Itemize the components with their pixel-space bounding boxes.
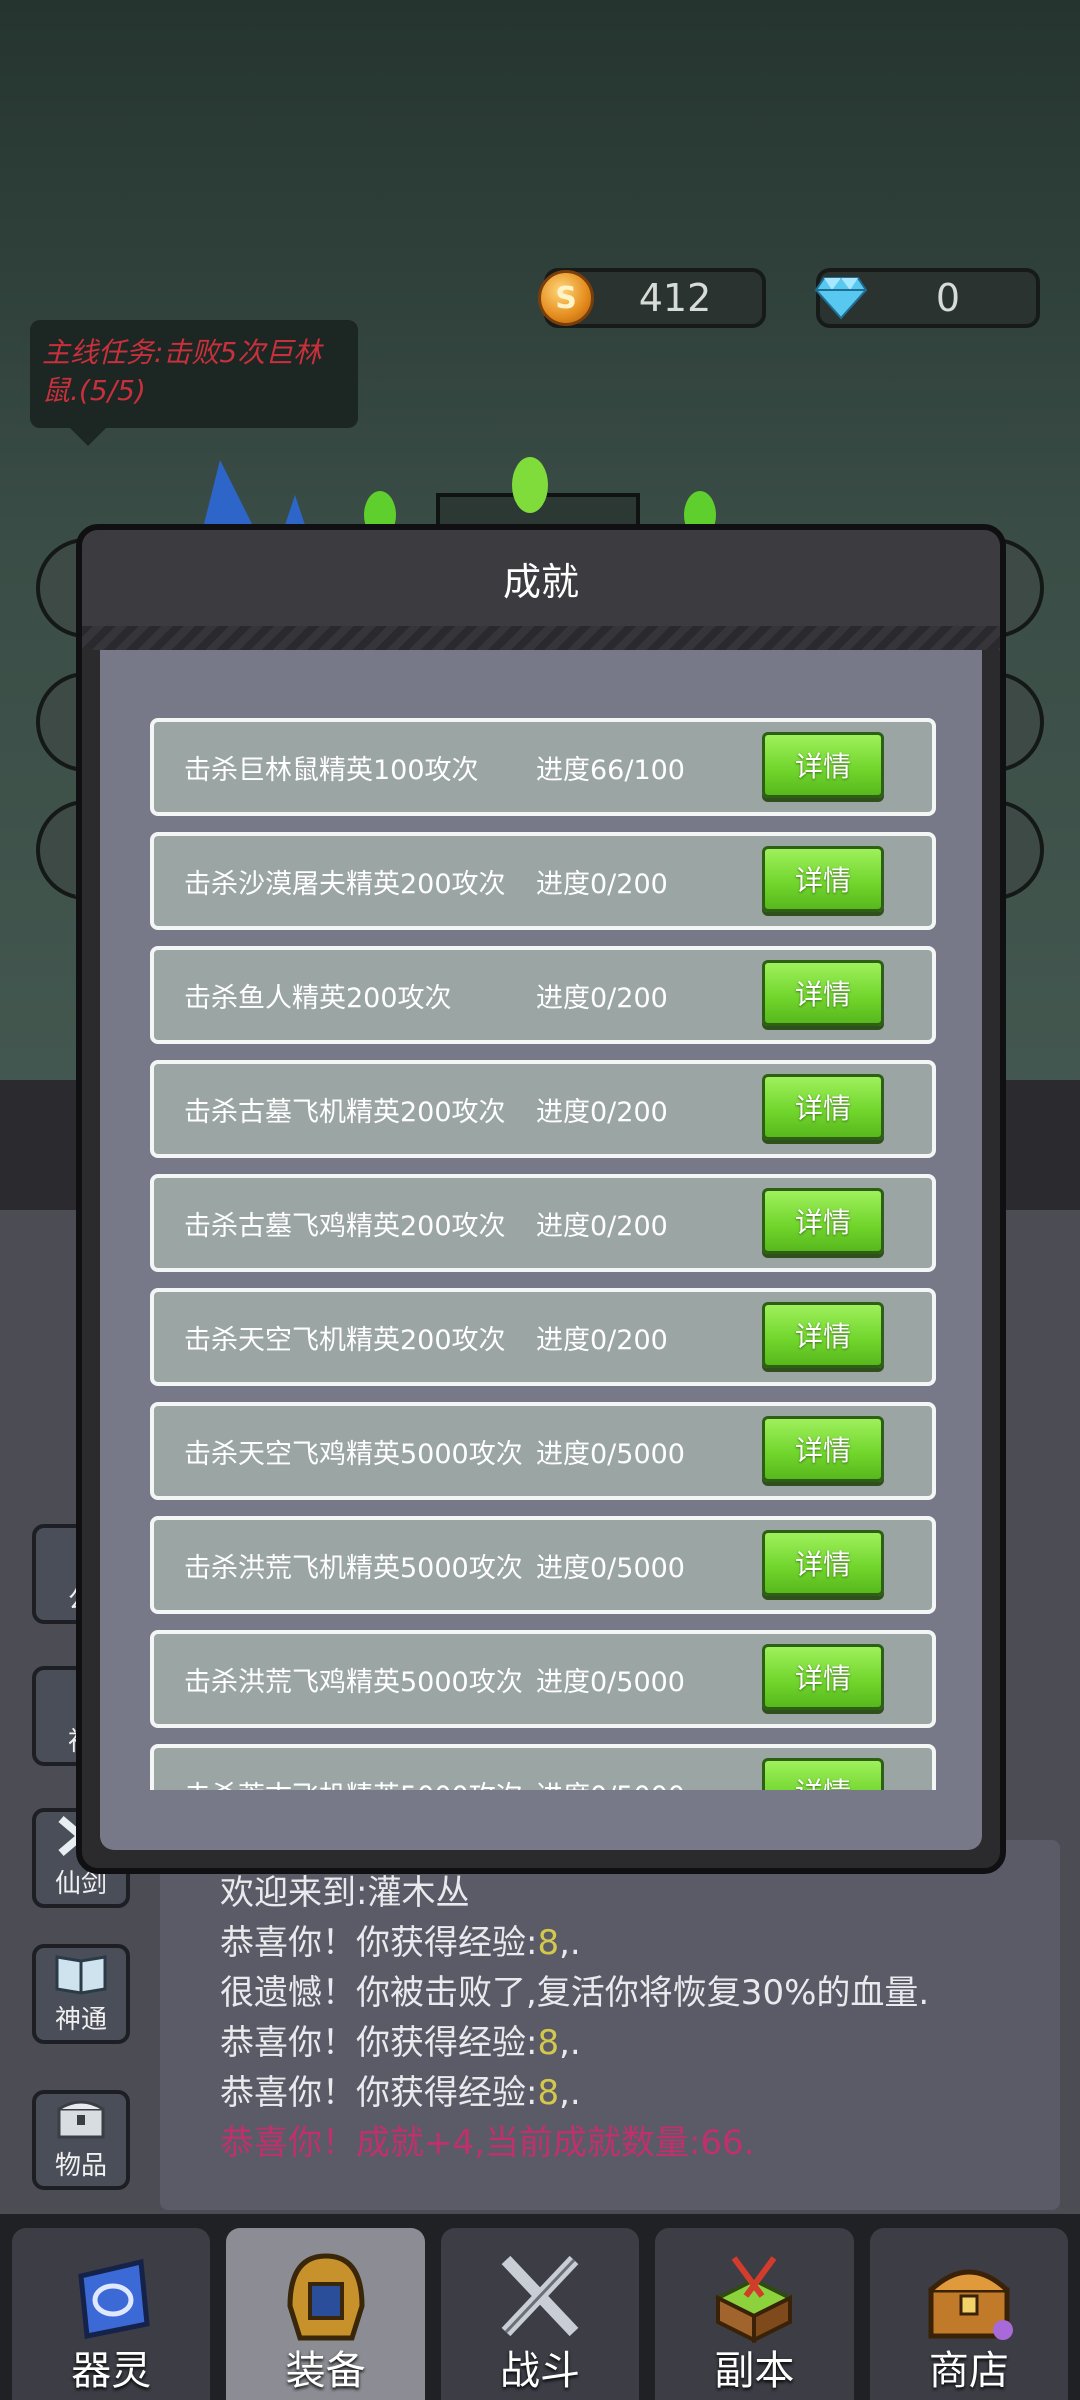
detail-button[interactable]: 详情 (762, 1074, 884, 1140)
achievement-list[interactable]: 击杀巨林鼠精英100攻次 进度66/100 详情 击杀沙漠屠夫精英200攻次 进… (100, 650, 982, 1790)
achievement-progress: 进度0/200 (536, 868, 668, 900)
detail-button[interactable]: 详情 (762, 1530, 884, 1596)
quest-text: 主线任务:击败5次巨林鼠.(5/5) (42, 336, 322, 407)
achievement-progress: 进度66/100 (536, 754, 685, 786)
achievement-name: 击杀洪荒飞机精英5000攻次 (184, 1552, 523, 1584)
chat-line-achievement: 恭喜你！成就+4,当前成就数量:66. (220, 2123, 755, 2163)
chat-line: 恭喜你！你获得经验:8,. (220, 2023, 581, 2063)
chat-line: 欢迎来到:灌木丛 (220, 1873, 470, 1913)
achievement-name: 击杀古墓飞鸡精英200攻次 (184, 1210, 506, 1242)
achievement-name: 击杀古墓飞机精英200攻次 (184, 1096, 506, 1128)
detail-button[interactable]: 详情 (762, 1302, 884, 1368)
achievement-modal: 成就 击杀巨林鼠精英100攻次 进度66/100 详情 击杀沙漠屠夫精英200攻… (76, 524, 1006, 1874)
achievement-progress: 进度0/200 (536, 1096, 668, 1128)
nav-tab-battle[interactable]: 战斗 (440, 2228, 640, 2400)
gem-counter: 0 (814, 268, 1040, 328)
achievement-row: 击杀天空飞鸡精英5000攻次 进度0/5000 详情 (150, 1402, 936, 1500)
achievement-row: 击杀洪荒飞机精英5000攻次 进度0/5000 详情 (150, 1516, 936, 1614)
chat-line: 恭喜你！你获得经验:8,. (220, 1923, 581, 1963)
detail-button[interactable]: 详情 (762, 1416, 884, 1482)
achievement-row: 击杀洪荒飞鸡精英5000攻次 进度0/5000 详情 (150, 1630, 936, 1728)
achievement-name: 击杀沙漠屠夫精英200攻次 (184, 868, 506, 900)
detail-button[interactable]: 详情 (762, 846, 884, 912)
detail-button[interactable]: 详情 (762, 1188, 884, 1254)
tool-items[interactable]: 物品 (32, 2090, 130, 2190)
achievement-progress: 进度0/200 (536, 1324, 668, 1356)
achievement-name: 击杀荒古飞机精英5000攻次 (184, 1774, 523, 1791)
helmet-icon (287, 2253, 365, 2341)
modal-header: 成就 (82, 530, 1000, 626)
detail-button[interactable]: 详情 (762, 732, 884, 798)
book-icon (55, 1955, 107, 1995)
achievement-progress: 进度0/200 (536, 1210, 668, 1242)
nav-tab-shop[interactable]: 商店 (869, 2228, 1069, 2400)
nav-tab-dungeon[interactable]: 副本 (655, 2228, 854, 2400)
achievement-progress: 进度0/5000 (536, 1438, 685, 1470)
spirit-icon (78, 2258, 150, 2339)
achievement-row: 击杀荒古飞机精英5000攻次 进度0/5000 详情 (150, 1744, 936, 1790)
chat-log: 欢迎来到:灌木丛 恭喜你！你获得经验:8,. 很遗憾！你被击败了,复活你将恢复3… (160, 1840, 1060, 2210)
chat-line: 恭喜你！你获得经验:8,. (220, 2073, 581, 2113)
diamond-icon (814, 277, 868, 320)
achievement-row: 击杀沙漠屠夫精英200攻次 进度0/200 详情 (150, 832, 936, 930)
gold-counter: S 412 (538, 268, 766, 328)
tool-divine-power[interactable]: 神通 (32, 1944, 130, 2044)
achievement-row: 击杀天空飞机精英200攻次 进度0/200 详情 (150, 1288, 936, 1386)
achievement-row: 击杀古墓飞鸡精英200攻次 进度0/200 详情 (150, 1174, 936, 1272)
achievement-row: 击杀鱼人精英200攻次 进度0/200 详情 (150, 946, 936, 1044)
nav-tab-spirit[interactable]: 器灵 (12, 2228, 211, 2400)
achievement-name: 击杀鱼人精英200攻次 (184, 982, 452, 1014)
achievement-name: 击杀天空飞鸡精英5000攻次 (184, 1438, 523, 1470)
modal-title: 成就 (502, 559, 579, 604)
detail-button[interactable]: 详情 (762, 960, 884, 1026)
achievement-progress: 进度0/200 (536, 982, 668, 1014)
crossed-swords-icon (501, 2255, 579, 2337)
achievement-progress: 进度0/5000 (536, 1666, 685, 1698)
bottom-nav: 器灵 装备 战斗 副本 商店 (0, 2214, 1080, 2400)
detail-button[interactable]: 详情 (762, 1758, 884, 1790)
nav-tab-equipment[interactable]: 装备 (226, 2228, 425, 2400)
detail-button[interactable]: 详情 (762, 1644, 884, 1710)
gold-coin-icon: S (538, 270, 594, 326)
dungeon-icon (713, 2256, 795, 2344)
modal-header-stripes (82, 626, 1000, 650)
treasure-chest-icon (928, 2269, 1013, 2340)
achievement-progress: 进度0/5000 (536, 1552, 685, 1584)
main-quest-bubble[interactable]: 主线任务:击败5次巨林鼠.(5/5) (30, 320, 358, 446)
achievement-name: 击杀洪荒飞鸡精英5000攻次 (184, 1666, 523, 1698)
chat-line: 很遗憾！你被击败了,复活你将恢复30%的血量. (220, 1973, 930, 2013)
chest-icon (57, 2100, 105, 2139)
achievement-name: 击杀巨林鼠精英100攻次 (184, 754, 479, 786)
achievement-name: 击杀天空飞机精英200攻次 (184, 1324, 506, 1356)
achievement-progress: 进度0/5000 (536, 1774, 685, 1791)
achievement-row: 击杀巨林鼠精英100攻次 进度66/100 详情 (150, 718, 936, 816)
achievement-list-panel[interactable]: 击杀巨林鼠精英100攻次 进度66/100 详情 击杀沙漠屠夫精英200攻次 进… (100, 650, 982, 1850)
achievement-row: 击杀古墓飞机精英200攻次 进度0/200 详情 (150, 1060, 936, 1158)
